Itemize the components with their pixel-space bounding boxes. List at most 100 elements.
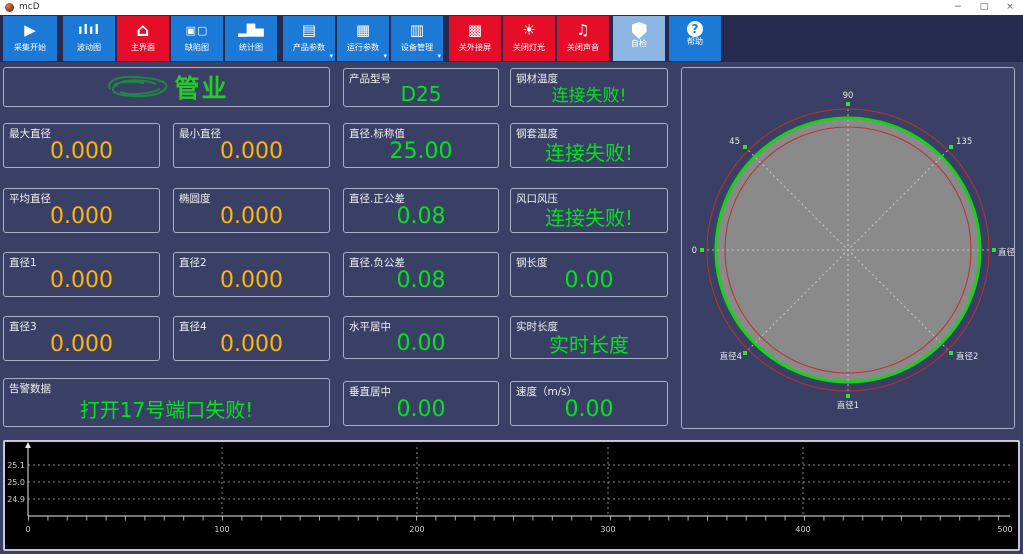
box-value: 0.000 bbox=[174, 201, 329, 232]
button-wave-chart[interactable]: ılıl 波动图 bbox=[63, 16, 115, 61]
run-params-icon: ▦ bbox=[337, 16, 389, 43]
field-air-pressure: 风口风压 连接失败! bbox=[510, 188, 668, 233]
gauge-angle-label: 0 bbox=[692, 246, 697, 256]
trend-chart: 25.1 25.0 24.9 0 100 200 300 400 500 bbox=[5, 442, 1018, 549]
dropdown-caret-icon: ▾ bbox=[437, 52, 441, 60]
box-value: 0.08 bbox=[344, 201, 498, 232]
button-help[interactable]: ? 帮助 bbox=[669, 16, 721, 61]
box-value: 0.08 bbox=[344, 265, 498, 296]
field-ovality: 椭圆度 0.000 bbox=[173, 188, 330, 233]
field-sleeve-temperature: 钢套温度 连接失败! bbox=[510, 123, 668, 168]
box-value: 0.00 bbox=[511, 394, 667, 425]
box-value: 连接失败! bbox=[511, 136, 667, 167]
x-tick-label: 200 bbox=[409, 525, 424, 534]
box-value: D25 bbox=[344, 81, 498, 106]
box-value: 实时长度 bbox=[511, 329, 667, 358]
gauge-diameter-label: 直径1 bbox=[837, 400, 859, 411]
box-value: 连接失败! bbox=[511, 201, 667, 232]
help-icon: ? bbox=[687, 21, 703, 37]
light-icon: ☀ bbox=[503, 16, 555, 43]
x-tick-label: 300 bbox=[600, 525, 615, 534]
sound-icon: ♫ bbox=[557, 16, 609, 43]
field-steel-temperature: 钢材温度 连接失败! bbox=[510, 68, 668, 107]
gauge-angle-label: 135 bbox=[956, 137, 972, 147]
y-axis-arrow bbox=[25, 442, 31, 448]
logo-panel: 管业 bbox=[3, 67, 330, 107]
bar-chart-icon: ▂█▅ bbox=[225, 16, 277, 43]
button-device-manage[interactable]: ▥ 设备管理 ▾ bbox=[391, 16, 443, 61]
x-tick-label: 400 bbox=[795, 525, 810, 534]
field-speed: 速度（m/s） 0.00 bbox=[510, 381, 668, 426]
box-value: 0.00 bbox=[344, 329, 498, 358]
box-value: 0.000 bbox=[174, 136, 329, 167]
button-product-params[interactable]: ▤ 产品参数 ▾ bbox=[283, 16, 335, 61]
field-realtime-length: 实时长度 实时长度 bbox=[510, 316, 668, 359]
field-product-model: 产品型号 D25 bbox=[343, 68, 499, 107]
field-max-diameter: 最大直径 0.000 bbox=[3, 123, 160, 168]
chart-axes bbox=[28, 446, 1010, 516]
gauge-diameter-label: 直径2 bbox=[956, 351, 978, 362]
field-diameter-3: 直径3 0.000 bbox=[3, 316, 160, 361]
play-icon: ▶ bbox=[3, 16, 57, 43]
button-defect-chart[interactable]: ▣▢ 缺陷图 bbox=[171, 16, 223, 61]
alarm-message: 打开17号端口失败! bbox=[4, 391, 329, 426]
box-value: 连接失败! bbox=[511, 81, 667, 106]
logo-image bbox=[104, 73, 170, 101]
button-start-capture[interactable]: ▶ 采集开始 bbox=[3, 16, 57, 61]
field-avg-diameter: 平均直径 0.000 bbox=[3, 188, 160, 233]
screen-icon: ▩ bbox=[449, 16, 501, 43]
button-main-screen[interactable]: ⌂ 主界面 bbox=[117, 16, 169, 61]
device-manage-icon: ▥ bbox=[391, 16, 443, 43]
x-tick-label: 500 bbox=[997, 525, 1012, 534]
field-nominal-diameter: 直径.标称值 25.00 bbox=[343, 123, 499, 168]
field-plus-tolerance: 直径.正公差 0.08 bbox=[343, 188, 499, 233]
box-value: 0.00 bbox=[511, 265, 667, 296]
x-tick-label: 100 bbox=[214, 525, 229, 534]
app-icon bbox=[5, 3, 14, 12]
window-title: mcD bbox=[19, 0, 40, 15]
gauge-diameter-label: 直径3 bbox=[998, 247, 1014, 258]
close-button[interactable]: × bbox=[997, 0, 1023, 15]
y-tick-label: 24.9 bbox=[7, 495, 25, 504]
button-close-sound[interactable]: ♫ 关闭声音 bbox=[557, 16, 609, 61]
alarm-panel: 告警数据 打开17号端口失败! bbox=[3, 378, 330, 427]
maximize-button[interactable]: □ bbox=[971, 0, 997, 15]
box-value: 25.00 bbox=[344, 136, 498, 167]
button-run-params[interactable]: ▦ 运行参数 ▾ bbox=[337, 16, 389, 61]
box-value: 0.000 bbox=[174, 265, 329, 296]
toolbar: ▶ 采集开始 ılıl 波动图 ⌂ 主界面 ▣▢ 缺陷图 ▂█▅ 统计图 ▤ 产… bbox=[0, 15, 1023, 62]
gauge-diameter-label: 直径4 bbox=[720, 351, 742, 362]
chart-gridlines bbox=[28, 447, 1010, 516]
field-horizontal-center: 水平居中 0.00 bbox=[343, 316, 499, 359]
dropdown-caret-icon: ▾ bbox=[329, 52, 333, 60]
logo-text: 管业 bbox=[174, 69, 228, 105]
field-diameter-1: 直径1 0.000 bbox=[3, 252, 160, 297]
box-value: 0.000 bbox=[174, 329, 329, 360]
field-diameter-4: 直径4 0.000 bbox=[173, 316, 330, 361]
field-steel-length: 钢长度 0.00 bbox=[510, 252, 668, 297]
button-stats-chart[interactable]: ▂█▅ 统计图 bbox=[225, 16, 277, 61]
box-value: 0.000 bbox=[4, 201, 159, 232]
field-minus-tolerance: 直径.负公差 0.08 bbox=[343, 252, 499, 297]
y-tick-label: 25.0 bbox=[7, 478, 25, 487]
field-diameter-2: 直径2 0.000 bbox=[173, 252, 330, 297]
button-self-check[interactable]: 自检 bbox=[613, 16, 665, 61]
button-close-external-screen[interactable]: ▩ 关外接屏 bbox=[449, 16, 501, 61]
box-value: 0.000 bbox=[4, 265, 159, 296]
minimize-button[interactable]: − bbox=[945, 0, 971, 15]
window-titlebar: mcD − □ × bbox=[0, 0, 1023, 15]
waveform-icon: ılıl bbox=[63, 16, 115, 43]
box-value: 0.00 bbox=[344, 394, 498, 425]
button-close-light[interactable]: ☀ 关闭灯光 bbox=[503, 16, 555, 61]
defect-grid-icon: ▣▢ bbox=[171, 16, 223, 43]
product-params-icon: ▤ bbox=[283, 16, 335, 43]
home-icon: ⌂ bbox=[117, 16, 169, 43]
gauge-angle-label: 90 bbox=[843, 91, 854, 101]
gauge-angle-label: 45 bbox=[729, 137, 740, 147]
gauge-panel: 90 45 135 0 直径1 直径2 直径3 直径4 bbox=[681, 67, 1015, 429]
box-value: 0.000 bbox=[4, 136, 159, 167]
field-min-diameter: 最小直径 0.000 bbox=[173, 123, 330, 168]
y-tick-label: 25.1 bbox=[7, 461, 25, 470]
box-value: 0.000 bbox=[4, 329, 159, 360]
window-controls: − □ × bbox=[945, 0, 1023, 15]
